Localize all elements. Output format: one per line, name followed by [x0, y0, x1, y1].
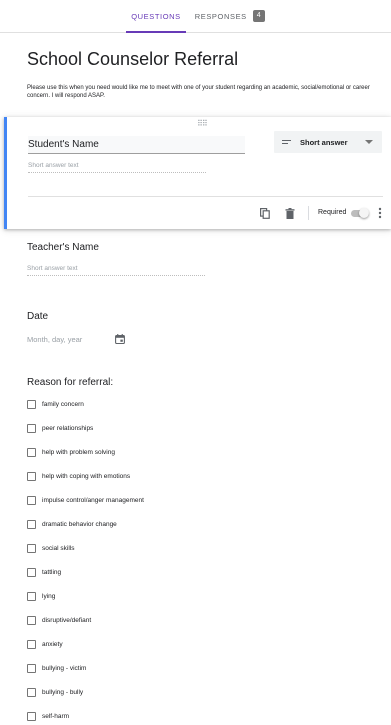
option-label: family concern	[42, 401, 84, 408]
form-header-card[interactable]: School Counselor Referral Please use thi…	[8, 40, 391, 110]
question-title: Date	[27, 311, 49, 322]
question-title-input[interactable]: Student's Name	[28, 136, 245, 154]
question-date[interactable]: Date Month, day, year	[27, 311, 125, 344]
tab-questions[interactable]: QUESTIONS	[126, 0, 186, 33]
form-editor: QUESTIONS RESPONSES 4 School Counselor R…	[0, 0, 391, 725]
required-label: Required	[318, 209, 347, 216]
option-label: impulse control/anger management	[42, 497, 144, 504]
checkbox[interactable]	[27, 496, 36, 505]
checkbox-option[interactable]: bullying - victim	[27, 664, 86, 673]
checkbox[interactable]	[27, 616, 36, 625]
question-type-select[interactable]: Short answer	[274, 131, 382, 153]
option-label: help with coping with emotions	[42, 473, 131, 480]
card-divider	[28, 196, 383, 197]
trash-icon[interactable]	[285, 208, 295, 219]
checkbox[interactable]	[27, 424, 36, 433]
option-label: bullying - victim	[42, 665, 87, 672]
short-answer-placeholder: Short answer text	[27, 265, 205, 276]
tab-questions-label: QUESTIONS	[131, 11, 181, 21]
tab-responses[interactable]: RESPONSES 4	[193, 0, 267, 32]
option-label: dramatic behavior change	[42, 521, 117, 528]
checkbox[interactable]	[27, 568, 36, 577]
question-type-label: Short answer	[300, 137, 348, 147]
short-answer-lines-icon	[282, 139, 291, 146]
checkbox-option[interactable]: social skills	[27, 544, 75, 553]
checkbox[interactable]	[27, 400, 36, 409]
chevron-down-icon	[365, 140, 373, 144]
checkbox-option[interactable]: dramatic behavior change	[27, 520, 117, 529]
short-answer-placeholder: Short answer text	[28, 162, 206, 173]
responses-count-badge: 4	[252, 10, 266, 22]
checkbox-option[interactable]: disruptive/defiant	[27, 616, 91, 625]
checkbox-option[interactable]: help with problem solving	[27, 448, 115, 457]
form-description[interactable]: Please use this when you need would like…	[27, 84, 387, 100]
option-label: tattling	[42, 569, 62, 576]
option-label: disruptive/defiant	[42, 617, 92, 624]
more-vert-icon[interactable]	[378, 207, 382, 219]
option-label: social skills	[42, 545, 75, 552]
checkbox-option[interactable]: anxiety	[27, 640, 63, 649]
option-label: self-harm	[42, 713, 70, 720]
checkbox[interactable]	[27, 592, 36, 601]
tab-bar: QUESTIONS RESPONSES 4	[0, 0, 391, 33]
footer-separator	[308, 206, 309, 220]
checkbox[interactable]	[27, 520, 36, 529]
checkbox-option[interactable]: bullying - bully	[27, 688, 83, 697]
question-teacher-name[interactable]: Teacher's Name Short answer text	[27, 242, 205, 276]
question-title: Teacher's Name	[27, 242, 99, 253]
date-placeholder: Month, day, year	[27, 334, 83, 344]
option-label: bullying - bully	[42, 689, 84, 696]
checkbox-option[interactable]: lying	[27, 592, 55, 601]
required-toggle[interactable]	[351, 208, 369, 218]
option-label: peer relationships	[42, 425, 94, 432]
question-title-text: Student's Name	[28, 139, 99, 150]
checkbox[interactable]	[27, 544, 36, 553]
form-title[interactable]: School Counselor Referral	[27, 49, 238, 70]
option-label: help with problem solving	[42, 449, 115, 456]
checkbox-option[interactable]: impulse control/anger management	[27, 496, 144, 505]
checkbox[interactable]	[27, 472, 36, 481]
option-label: lying	[42, 593, 56, 600]
drag-handle-icon[interactable]: ⠿⠿	[197, 119, 208, 128]
question-reason[interactable]: Reason for referral:	[27, 377, 113, 388]
active-question-card[interactable]: ⠿⠿ Student's Name Short answer text Shor…	[4, 117, 391, 229]
checkbox-option[interactable]: tattling	[27, 568, 61, 577]
checkbox-option[interactable]: peer relationships	[27, 424, 93, 433]
tab-responses-label: RESPONSES	[194, 11, 247, 21]
question-title: Reason for referral:	[27, 377, 114, 388]
checkbox[interactable]	[27, 664, 36, 673]
date-field: Month, day, year	[27, 334, 125, 344]
checkbox[interactable]	[27, 640, 36, 649]
option-label: anxiety	[42, 641, 63, 648]
checkbox-option[interactable]: self-harm	[27, 712, 69, 721]
checkbox[interactable]	[27, 712, 36, 721]
calendar-icon	[115, 334, 125, 344]
checkbox[interactable]	[27, 688, 36, 697]
copy-icon[interactable]	[260, 208, 270, 219]
checkbox-option[interactable]: family concern	[27, 400, 84, 409]
question-footer: Required	[7, 203, 391, 225]
checkbox-option[interactable]: help with coping with emotions	[27, 472, 130, 481]
checkbox[interactable]	[27, 448, 36, 457]
